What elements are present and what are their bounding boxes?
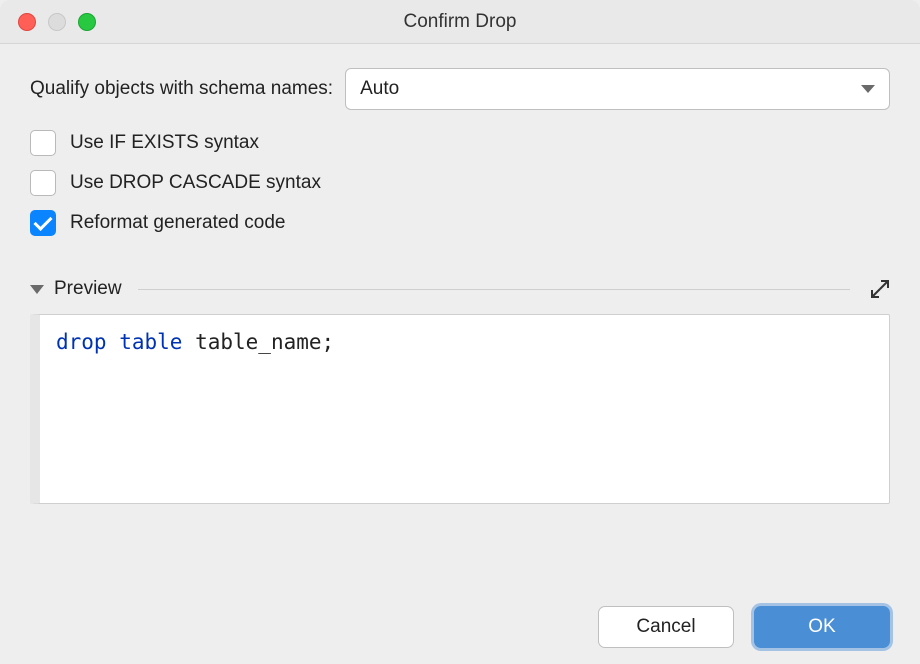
- sql-keyword: table: [119, 330, 182, 354]
- preview-title: Preview: [54, 278, 122, 300]
- qualify-select[interactable]: Auto: [345, 68, 890, 110]
- cancel-button[interactable]: Cancel: [598, 606, 734, 648]
- window-title: Confirm Drop: [0, 11, 920, 33]
- dialog-content: Qualify objects with schema names: Auto …: [0, 44, 920, 504]
- reformat-label: Reformat generated code: [70, 212, 285, 234]
- option-if-exists-row: Use IF EXISTS syntax: [30, 130, 890, 156]
- if-exists-checkbox[interactable]: [30, 130, 56, 156]
- sql-keyword: drop: [56, 330, 107, 354]
- sql-text: table_name;: [182, 330, 334, 354]
- qualify-row: Qualify objects with schema names: Auto: [30, 68, 890, 110]
- ok-button[interactable]: OK: [754, 606, 890, 648]
- chevron-down-icon: [861, 85, 875, 93]
- disclosure-triangle-icon[interactable]: [30, 285, 44, 294]
- dialog-footer: Cancel OK: [598, 606, 890, 648]
- expand-icon[interactable]: [870, 279, 890, 299]
- close-window-button[interactable]: [18, 13, 36, 31]
- minimize-window-button: [48, 13, 66, 31]
- if-exists-label: Use IF EXISTS syntax: [70, 132, 259, 154]
- reformat-checkbox[interactable]: [30, 210, 56, 236]
- traffic-lights: [0, 13, 96, 31]
- qualify-select-value: Auto: [360, 78, 399, 100]
- preview-code-area[interactable]: drop table table_name;: [30, 314, 890, 504]
- zoom-window-button[interactable]: [78, 13, 96, 31]
- qualify-label: Qualify objects with schema names:: [30, 78, 333, 100]
- titlebar: Confirm Drop: [0, 0, 920, 44]
- option-reformat-row: Reformat generated code: [30, 210, 890, 236]
- drop-cascade-checkbox[interactable]: [30, 170, 56, 196]
- option-drop-cascade-row: Use DROP CASCADE syntax: [30, 170, 890, 196]
- divider: [138, 289, 850, 290]
- preview-section-header: Preview: [30, 278, 890, 300]
- drop-cascade-label: Use DROP CASCADE syntax: [70, 172, 321, 194]
